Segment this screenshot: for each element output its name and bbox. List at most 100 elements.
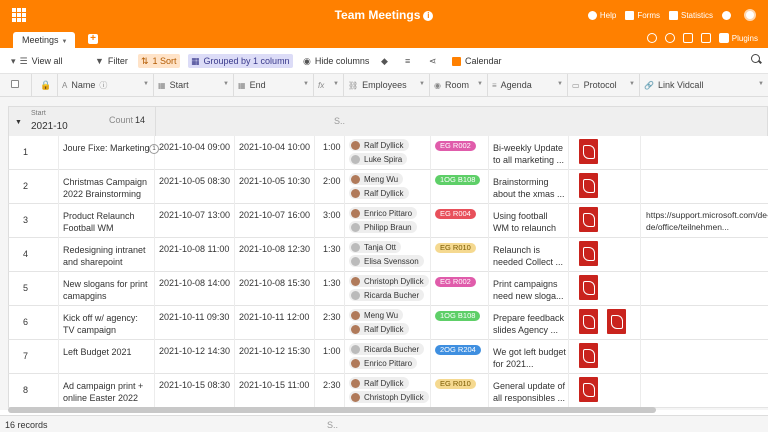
- cell-end[interactable]: 2021-10-15 11:00: [235, 374, 315, 408]
- cell-duration[interactable]: 1:00: [315, 136, 345, 170]
- cell-agenda[interactable]: Using football WM to relaunch ...: [489, 204, 569, 238]
- cell-end[interactable]: 2021-10-07 16:00: [235, 204, 315, 238]
- employee-chip[interactable]: Ricarda Bucher: [349, 343, 425, 355]
- cell-end[interactable]: 2021-10-08 12:30: [235, 238, 315, 272]
- column-header-name[interactable]: A Name ⓘ ▼: [58, 74, 154, 97]
- chevron-down-icon[interactable]: ▼: [143, 81, 149, 87]
- cell-employees[interactable]: Tanja Ott Elisa Svensson: [345, 238, 431, 272]
- employee-chip[interactable]: Ralf Dyllick: [349, 377, 409, 389]
- cell-duration[interactable]: 2:00: [315, 170, 345, 204]
- cell-agenda[interactable]: Prepare feedback slides Agency ...: [489, 306, 569, 340]
- cell-employees[interactable]: Meng Wu Ralf Dyllick: [345, 170, 431, 204]
- group-button[interactable]: ▦ Grouped by 1 column: [188, 54, 293, 68]
- chevron-down-icon[interactable]: ▼: [303, 81, 309, 87]
- pdf-file-icon[interactable]: [579, 173, 598, 198]
- employee-chip[interactable]: Luke Spira: [349, 153, 408, 165]
- cell-duration[interactable]: 2:30: [315, 374, 345, 408]
- cell-name[interactable]: Kick off w/ agency: TV campaign: [59, 306, 155, 340]
- cell-protocol[interactable]: [569, 170, 641, 204]
- cell-end[interactable]: 2021-10-04 10:00: [235, 136, 315, 170]
- cell-name[interactable]: Left Budget 2021: [59, 340, 155, 374]
- table-row[interactable]: 1 Joure Fixe: Marketing 1 2021-10-04 09:00 2…: [8, 136, 768, 170]
- table-row[interactable]: 2 Christmas Campaign 2022 Brainstorming 20…: [8, 170, 768, 204]
- employee-chip[interactable]: Meng Wu: [349, 309, 404, 321]
- cell-end[interactable]: 2021-10-11 12:00: [235, 306, 315, 340]
- table-row[interactable]: 4 Redesigning intranet and sharepoint 2021…: [8, 238, 768, 272]
- cell-name[interactable]: New slogans for print camapgins: [59, 272, 155, 306]
- cell-room[interactable]: EG R002: [431, 272, 489, 306]
- cell-protocol[interactable]: [569, 204, 641, 238]
- filter-button[interactable]: ▼ Filter: [92, 54, 131, 68]
- cell-agenda[interactable]: Brainstorming about the xmas ...: [489, 170, 569, 204]
- pdf-file-icon[interactable]: [579, 241, 598, 266]
- employee-chip[interactable]: Enrico Pittaro: [349, 357, 418, 369]
- employee-chip[interactable]: Ricarda Bucher: [349, 289, 425, 301]
- cell-link-vidcall[interactable]: [641, 136, 768, 170]
- employee-chip[interactable]: Tanja Ott: [349, 241, 402, 253]
- employee-chip[interactable]: Philipp Braun: [349, 221, 417, 233]
- employee-chip[interactable]: Christoph Dyllick: [349, 275, 429, 287]
- cell-employees[interactable]: Meng Wu Ralf Dyllick: [345, 306, 431, 340]
- cell-employees[interactable]: Ralf Dyllick Luke Spira: [345, 136, 431, 170]
- chevron-down-icon[interactable]: ▼: [223, 81, 229, 87]
- cell-protocol[interactable]: [569, 374, 641, 408]
- chevron-down-icon[interactable]: ▼: [333, 81, 339, 87]
- employee-chip[interactable]: Meng Wu: [349, 173, 404, 185]
- cell-protocol[interactable]: [569, 272, 641, 306]
- cell-start[interactable]: 2021-10-08 11:00: [155, 238, 235, 272]
- cell-duration[interactable]: 1:00: [315, 340, 345, 374]
- user-avatar[interactable]: [744, 9, 756, 21]
- cell-room[interactable]: 1OG B108: [431, 170, 489, 204]
- column-header-employees[interactable]: ⛓ Employees ▼: [344, 74, 430, 97]
- cell-end[interactable]: 2021-10-08 15:30: [235, 272, 315, 306]
- share-icon[interactable]: [646, 33, 657, 43]
- pdf-file-icon[interactable]: [579, 343, 598, 368]
- cell-employees[interactable]: Ralf Dyllick Christoph Dyllick: [345, 374, 431, 408]
- cell-room[interactable]: EG R010: [431, 374, 489, 408]
- pdf-file-icon[interactable]: [579, 207, 598, 232]
- cell-start[interactable]: 2021-10-05 08:30: [155, 170, 235, 204]
- chevron-down-icon[interactable]: ▼: [557, 81, 563, 87]
- cell-start[interactable]: 2021-10-12 14:30: [155, 340, 235, 374]
- cell-agenda[interactable]: Relaunch is needed Collect ...: [489, 238, 569, 272]
- table-row[interactable]: 8 Ad campaign print + online Easter 2022 2…: [8, 374, 768, 408]
- cell-link-vidcall[interactable]: [641, 170, 768, 204]
- select-all-checkbox[interactable]: [0, 74, 32, 97]
- share-view-button[interactable]: ⋖: [426, 54, 444, 68]
- cell-end[interactable]: 2021-10-12 15:30: [235, 340, 315, 374]
- cell-link-vidcall[interactable]: [641, 374, 768, 408]
- cell-duration[interactable]: 1:30: [315, 238, 345, 272]
- table-row[interactable]: 6 Kick off w/ agency: TV campaign 2021-10-…: [8, 306, 768, 340]
- pdf-file-icon[interactable]: [607, 309, 626, 334]
- cell-name[interactable]: Christmas Campaign 2022 Brainstorming: [59, 170, 155, 204]
- cell-link-vidcall[interactable]: [641, 238, 768, 272]
- cell-link-vidcall[interactable]: [641, 340, 768, 374]
- employee-chip[interactable]: Christoph Dyllick: [349, 391, 429, 403]
- cell-start[interactable]: 2021-10-04 09:00: [155, 136, 235, 170]
- info-icon[interactable]: i: [423, 11, 434, 21]
- employee-chip[interactable]: Enrico Pittaro: [349, 207, 418, 219]
- cell-start[interactable]: 2021-10-11 09:30: [155, 306, 235, 340]
- cell-name[interactable]: Joure Fixe: Marketing: [59, 136, 155, 170]
- notifications-button[interactable]: [722, 10, 734, 20]
- column-header-formula[interactable]: fx ▼: [314, 74, 344, 97]
- cell-agenda[interactable]: Print campaigns need new sloga...: [489, 272, 569, 306]
- employee-chip[interactable]: Elisa Svensson: [349, 255, 424, 267]
- tab-meetings[interactable]: Meetings ▼: [13, 32, 75, 48]
- cell-employees[interactable]: Ricarda Bucher Enrico Pittaro: [345, 340, 431, 374]
- cell-agenda[interactable]: Bi-weekly Update to all marketing ...: [489, 136, 569, 170]
- api-icon[interactable]: [682, 33, 693, 43]
- cell-room[interactable]: EG R002: [431, 136, 489, 170]
- cell-link-vidcall[interactable]: [641, 306, 768, 340]
- table-row[interactable]: 7 Left Budget 2021 2021-10-12 14:30 2021-10…: [8, 340, 768, 374]
- column-header-link-vidcall[interactable]: 🔗 Link Vidcall ▼: [640, 74, 768, 97]
- history-icon[interactable]: [664, 33, 675, 43]
- pdf-file-icon[interactable]: [579, 377, 598, 402]
- pdf-file-icon[interactable]: [579, 275, 598, 300]
- cell-protocol[interactable]: [569, 136, 641, 170]
- cell-duration[interactable]: 3:00: [315, 204, 345, 238]
- statistics-button[interactable]: Statistics: [668, 10, 713, 20]
- search-icon[interactable]: [751, 54, 760, 63]
- cell-room[interactable]: 1OG B108: [431, 306, 489, 340]
- info-icon[interactable]: ⓘ: [99, 80, 107, 91]
